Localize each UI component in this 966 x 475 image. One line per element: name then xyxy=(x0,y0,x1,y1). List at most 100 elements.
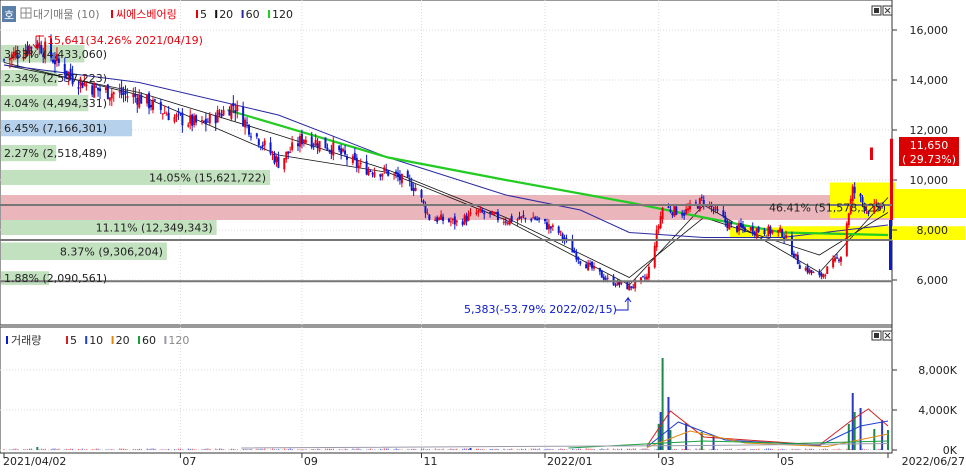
close-icon[interactable] xyxy=(883,6,892,15)
candle-body xyxy=(505,222,507,223)
candle-body xyxy=(740,223,742,227)
volume-bar xyxy=(756,449,757,450)
volume-bar xyxy=(484,449,485,450)
volume-bar xyxy=(41,449,42,450)
volume-bar xyxy=(868,449,869,450)
candle-body xyxy=(481,210,483,212)
volume-close-icon[interactable] xyxy=(883,331,892,340)
candle-body xyxy=(242,106,244,126)
candle-body xyxy=(758,227,760,232)
volume-bar xyxy=(809,449,810,450)
candle-body xyxy=(174,117,176,122)
candle-body xyxy=(289,152,291,153)
volume-bar xyxy=(456,449,457,450)
volume-bar xyxy=(482,449,483,450)
candle-body xyxy=(730,222,732,225)
volume-bar xyxy=(207,449,208,450)
volume-bar xyxy=(382,449,383,450)
volume-bar xyxy=(590,449,591,450)
candle-body xyxy=(648,267,650,278)
volume-bar xyxy=(256,449,257,450)
candle-body xyxy=(203,121,205,122)
candle-body xyxy=(632,287,634,288)
candle-body xyxy=(95,87,97,88)
candle-body xyxy=(738,223,740,231)
candle-body xyxy=(468,214,470,220)
volume-bar xyxy=(9,449,10,450)
volume-bar xyxy=(703,449,704,450)
candle-body xyxy=(667,207,669,208)
candle-body xyxy=(258,139,260,145)
volume-bar xyxy=(152,448,153,450)
candle-body xyxy=(195,115,197,122)
volume-bar xyxy=(180,449,181,450)
volume-bar xyxy=(290,448,291,450)
candle-body xyxy=(215,115,217,123)
price-tick-label: 12,000 xyxy=(910,124,949,137)
volume-bar xyxy=(454,449,455,450)
volume-bar xyxy=(397,449,398,450)
low-label: 5,383(-53.79% 2022/02/15) xyxy=(464,303,617,316)
current-price-label: 11,650 xyxy=(910,139,949,152)
volume-bar xyxy=(203,449,204,450)
candle-body xyxy=(201,120,203,121)
price-tick-label: 16,000 xyxy=(910,24,949,37)
volume-bar xyxy=(468,449,469,450)
volume-bar xyxy=(386,448,387,450)
candle-body xyxy=(166,115,168,116)
candle-body xyxy=(765,236,767,237)
volume-spike-bar xyxy=(36,447,38,450)
ma-legend-label: 20 xyxy=(219,8,233,21)
volume-bar xyxy=(209,449,210,450)
volume-bar xyxy=(778,449,779,450)
candle-body xyxy=(560,231,562,232)
volume-bar xyxy=(192,449,193,450)
candle-body xyxy=(791,235,793,255)
candle-body xyxy=(834,257,836,261)
candle-body xyxy=(852,186,854,201)
volume-bar xyxy=(476,449,477,450)
volume-bar xyxy=(823,449,824,450)
volume-bar xyxy=(480,449,481,450)
volume-bar xyxy=(441,449,442,450)
candle-body xyxy=(277,157,279,168)
volume-bar xyxy=(521,449,522,450)
volume-bar xyxy=(174,449,175,450)
volume-bar xyxy=(31,449,32,450)
volume-bar xyxy=(750,449,751,450)
volume-bar xyxy=(811,449,812,450)
high-annotation: 15,641(34.26% 2021/04/19) xyxy=(33,34,203,48)
candle-body xyxy=(93,83,95,98)
volume-bar xyxy=(399,449,400,450)
volume-bar xyxy=(86,449,87,450)
volume-bar xyxy=(347,449,348,450)
candle-body xyxy=(358,165,360,168)
candle-body xyxy=(393,174,395,175)
volume-bar xyxy=(450,448,451,450)
stock-type-label: 대기매물 xyxy=(33,8,73,21)
volume-bar xyxy=(603,449,604,450)
side-tab-label: 호 xyxy=(4,9,14,22)
volume-bar xyxy=(333,449,334,450)
candle-body xyxy=(470,212,472,214)
candle-body xyxy=(91,86,93,95)
volume-bar xyxy=(243,449,244,450)
volume-bar xyxy=(317,449,318,450)
candle-body xyxy=(411,183,413,191)
volume-bar xyxy=(690,449,691,450)
candle-body xyxy=(466,216,468,222)
volume-bar xyxy=(676,449,677,450)
volume-restore-icon[interactable] xyxy=(872,331,881,340)
price-tick-label: 8,000 xyxy=(917,224,949,237)
candle-body xyxy=(162,114,164,115)
candle-body xyxy=(824,275,826,276)
volume-bar xyxy=(791,449,792,450)
candle-body xyxy=(511,216,513,222)
candle-body xyxy=(532,217,534,218)
candle-body xyxy=(687,208,689,210)
candle-body xyxy=(283,158,285,169)
candle-body xyxy=(777,230,779,233)
restore-icon[interactable] xyxy=(872,6,881,15)
volume-bar xyxy=(154,449,155,450)
volume-bar xyxy=(727,449,728,450)
